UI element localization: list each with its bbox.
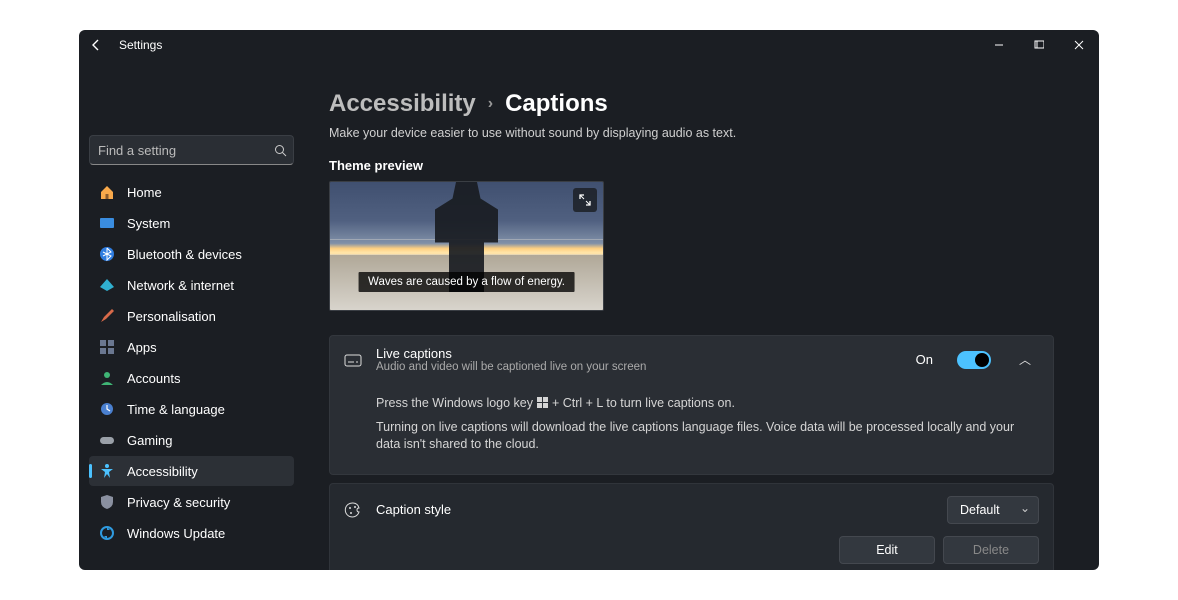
live-captions-card: Live captions Audio and video will be ca… — [329, 335, 1054, 475]
breadcrumb-parent[interactable]: Accessibility — [329, 90, 476, 118]
search-input[interactable] — [98, 143, 274, 158]
nav-label: Windows Update — [127, 526, 225, 541]
apps-icon — [99, 339, 115, 355]
shortcut-tip: Press the Windows logo key + Ctrl + L to… — [376, 395, 1039, 413]
close-button[interactable] — [1059, 30, 1099, 60]
nav-apps[interactable]: Apps — [89, 332, 294, 362]
theme-preview-label: Theme preview — [329, 158, 1054, 173]
back-button[interactable] — [89, 38, 109, 52]
shield-icon — [99, 494, 115, 510]
nav-label: System — [127, 216, 170, 231]
expand-preview-button[interactable] — [573, 188, 597, 212]
nav-label: Accessibility — [127, 464, 198, 479]
gamepad-icon — [99, 432, 115, 448]
nav-label: Personalisation — [127, 309, 216, 324]
live-captions-title: Live captions — [376, 346, 902, 361]
nav-personalisation[interactable]: Personalisation — [89, 301, 294, 331]
home-icon — [99, 184, 115, 200]
wifi-icon — [99, 277, 115, 293]
search-box[interactable] — [89, 135, 294, 165]
nav-privacy[interactable]: Privacy & security — [89, 487, 294, 517]
live-captions-body: Press the Windows logo key + Ctrl + L to… — [330, 383, 1053, 474]
sidebar: Home System Bluetooth & devices Network … — [79, 60, 304, 570]
live-captions-toggle[interactable] — [957, 351, 991, 369]
live-captions-header[interactable]: Live captions Audio and video will be ca… — [330, 336, 1053, 383]
system-icon — [99, 215, 115, 231]
caption-style-select[interactable]: Default — [947, 496, 1039, 524]
nav-label: Gaming — [127, 433, 173, 448]
nav-home[interactable]: Home — [89, 177, 294, 207]
nav-gaming[interactable]: Gaming — [89, 425, 294, 455]
search-icon — [274, 144, 287, 157]
theme-preview: Waves are caused by a flow of energy. — [329, 181, 604, 311]
live-captions-subtitle: Audio and video will be captioned live o… — [376, 361, 902, 373]
accessibility-icon — [99, 463, 115, 479]
nav-accessibility[interactable]: Accessibility — [89, 456, 294, 486]
delete-button[interactable]: Delete — [943, 536, 1039, 564]
update-icon — [99, 525, 115, 541]
chevron-right-icon: › — [488, 95, 493, 113]
nav-time-language[interactable]: Time & language — [89, 394, 294, 424]
titlebar: Settings — [79, 30, 1099, 60]
nav-label: Bluetooth & devices — [127, 247, 242, 262]
person-icon — [99, 370, 115, 386]
clock-icon — [99, 401, 115, 417]
settings-window: Settings Home System Bluetooth & devices… — [79, 30, 1099, 570]
preview-caption-text: Waves are caused by a flow of energy. — [358, 272, 575, 292]
captions-icon — [344, 351, 362, 369]
nav-bluetooth[interactable]: Bluetooth & devices — [89, 239, 294, 269]
nav-label: Home — [127, 185, 162, 200]
collapse-chevron-icon[interactable]: ︿ — [1011, 351, 1039, 368]
window-controls — [979, 30, 1099, 60]
edit-button[interactable]: Edit — [839, 536, 935, 564]
nav-label: Time & language — [127, 402, 225, 417]
sidebar-nav: Home System Bluetooth & devices Network … — [89, 177, 294, 548]
brush-icon — [99, 308, 115, 324]
windows-key-icon — [537, 396, 549, 408]
breadcrumb: Accessibility › Captions — [329, 90, 1054, 118]
nav-label: Accounts — [127, 371, 180, 386]
nav-network[interactable]: Network & internet — [89, 270, 294, 300]
minimize-button[interactable] — [979, 30, 1019, 60]
bluetooth-icon — [99, 246, 115, 262]
nav-label: Privacy & security — [127, 495, 230, 510]
page-title: Captions — [505, 90, 608, 118]
nav-system[interactable]: System — [89, 208, 294, 238]
maximize-button[interactable] — [1019, 30, 1059, 60]
app-title: Settings — [119, 38, 162, 52]
caption-style-card: Caption style Default Edit Delete — [329, 483, 1054, 571]
nav-accounts[interactable]: Accounts — [89, 363, 294, 393]
caption-style-title: Caption style — [376, 502, 933, 517]
nav-label: Network & internet — [127, 278, 234, 293]
live-captions-state: On — [916, 352, 933, 367]
nav-windows-update[interactable]: Windows Update — [89, 518, 294, 548]
main-content: Accessibility › Captions Make your devic… — [304, 60, 1099, 570]
nav-label: Apps — [127, 340, 157, 355]
live-captions-note: Turning on live captions will download t… — [376, 419, 1039, 454]
page-description: Make your device easier to use without s… — [329, 126, 1054, 140]
palette-icon — [344, 501, 362, 519]
